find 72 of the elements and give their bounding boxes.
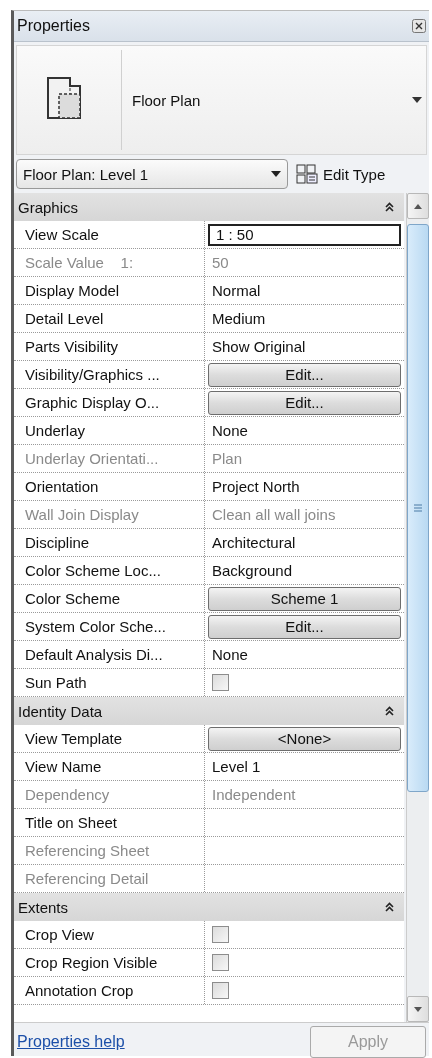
scrollbar[interactable] [406, 193, 429, 1022]
property-label: Detail Level [14, 305, 205, 332]
property-label: System Color Sche... [14, 613, 205, 640]
edit-type-button[interactable]: Edit Type [296, 164, 386, 184]
property-label: Graphic Display O... [14, 389, 205, 416]
property-label: Dependency [14, 781, 205, 808]
dropdown-icon [271, 171, 281, 177]
property-label: Default Analysis Di... [14, 641, 205, 668]
property-label: View Template [14, 725, 205, 752]
section-header[interactable]: Extents [14, 893, 404, 921]
edit-type-icon [296, 164, 318, 184]
property-label: Annotation Crop [14, 977, 205, 1004]
property-label: Display Model [14, 277, 205, 304]
section-title: Extents [18, 898, 69, 916]
property-value: Project North [211, 478, 300, 495]
property-label: Title on Sheet [14, 809, 205, 836]
edit-button[interactable]: Edit... [208, 362, 401, 387]
property-label: View Scale [14, 221, 205, 248]
property-value: Clean all wall joins [211, 506, 336, 523]
dropdown-icon[interactable] [412, 97, 422, 103]
section-title: Identity Data [18, 702, 103, 720]
type-name: Floor Plan [131, 91, 202, 109]
property-label: Referencing Sheet [14, 837, 205, 864]
property-label: Crop View [14, 921, 205, 948]
property-value: Show Original [211, 338, 306, 355]
property-label: View Name [14, 753, 205, 780]
edit-button[interactable]: Scheme 1 [208, 586, 401, 611]
property-value: Normal [211, 282, 261, 299]
collapse-icon[interactable] [385, 902, 394, 912]
edit-button[interactable]: Edit... [208, 390, 401, 415]
collapse-icon[interactable] [385, 202, 394, 212]
property-value: Independent [211, 786, 296, 803]
property-value: Plan [211, 450, 243, 467]
property-label: Referencing Detail [14, 865, 205, 892]
property-label: Wall Join Display [14, 501, 205, 528]
section-header[interactable]: Identity Data [14, 697, 404, 725]
property-value: 50 [211, 254, 229, 271]
property-value: Level 1 [211, 758, 261, 775]
property-label: Parts Visibility [14, 333, 205, 360]
property-label: Color Scheme Loc... [14, 557, 205, 584]
grip-icon [414, 504, 422, 512]
property-label: Discipline [14, 529, 205, 556]
edit-button[interactable]: <None> [208, 726, 401, 751]
checkbox[interactable] [212, 674, 229, 691]
scroll-down-icon[interactable] [414, 1006, 422, 1012]
property-value: Architectural [211, 534, 296, 551]
edit-button[interactable]: Edit... [208, 614, 401, 639]
checkbox[interactable] [212, 982, 229, 999]
checkbox[interactable] [212, 954, 229, 971]
property-value: Background [211, 562, 293, 579]
collapse-icon[interactable] [385, 706, 394, 716]
property-value: None [211, 646, 248, 663]
property-label: Scale Value 1: [14, 249, 205, 276]
section-header[interactable]: Graphics [14, 193, 404, 221]
property-label: Sun Path [14, 669, 205, 696]
property-label: Orientation [14, 473, 205, 500]
section-title: Graphics [18, 198, 79, 216]
checkbox[interactable] [212, 926, 229, 943]
window-title: Properties [17, 17, 90, 35]
properties-help-link[interactable]: Properties help [17, 1033, 125, 1051]
property-label: Crop Region Visible [14, 949, 205, 976]
scroll-up-icon[interactable] [414, 203, 422, 209]
property-value: None [211, 422, 248, 439]
property-value: Medium [211, 310, 266, 327]
type-selector[interactable]: Floor Plan [16, 45, 427, 155]
property-label: Color Scheme [14, 585, 205, 612]
value-field[interactable]: 1 : 50 [208, 223, 401, 246]
close-icon[interactable] [412, 19, 426, 33]
property-label: Underlay [14, 417, 205, 444]
property-label: Visibility/Graphics ... [14, 361, 205, 388]
view-dropdown[interactable]: Floor Plan: Level 1 [16, 159, 288, 189]
property-label: Underlay Orientati... [14, 445, 205, 472]
